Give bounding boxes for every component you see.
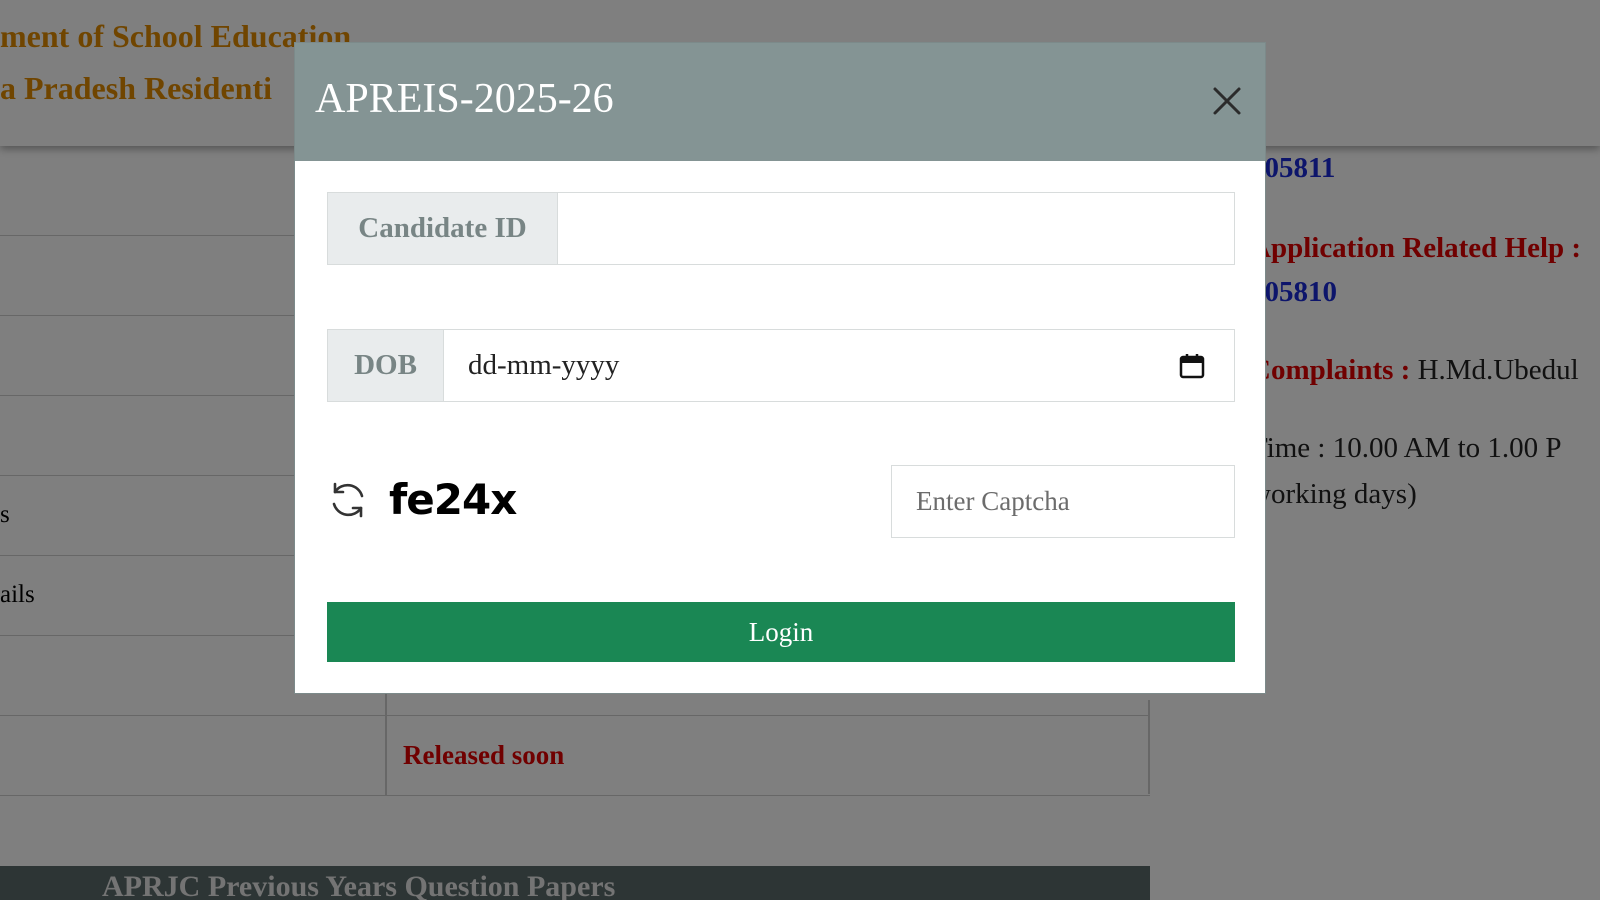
captcha-input[interactable] [891,465,1235,538]
calendar-icon[interactable] [1178,352,1206,380]
login-button[interactable]: Login [327,602,1235,662]
close-icon [1213,87,1241,115]
refresh-icon[interactable] [327,479,369,521]
candidate-id-input[interactable] [558,193,1234,264]
dob-group: DOB dd-mm-yyyy [327,329,1235,402]
candidate-id-group: Candidate ID [327,192,1235,265]
close-button[interactable] [1207,81,1247,121]
dob-label: DOB [328,330,444,401]
captcha-row: fe24x [327,465,1235,538]
modal-header: APREIS-2025-26 [295,43,1265,161]
modal-title: APREIS-2025-26 [315,76,614,122]
login-modal: APREIS-2025-26 Candidate ID DOB dd-mm-yy… [294,42,1266,694]
dob-input[interactable]: dd-mm-yyyy [468,330,619,401]
captcha-code: fe24x [389,475,517,524]
candidate-id-label: Candidate ID [328,193,558,264]
